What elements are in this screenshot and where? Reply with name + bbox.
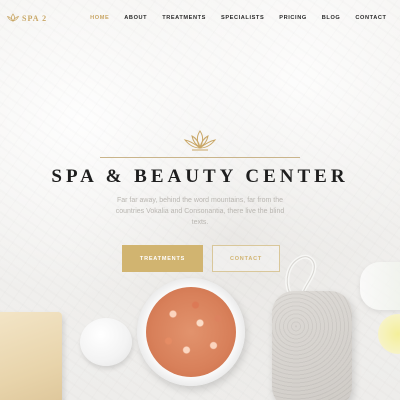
- logo-text: SPA 2: [22, 13, 48, 23]
- contact-button[interactable]: CONTACT: [212, 245, 280, 272]
- hero-title: SPA & BEAUTY CENTER: [51, 166, 349, 187]
- lotus-logo-icon: [6, 13, 20, 22]
- soap-bar-image: [0, 312, 62, 400]
- nav-specialists[interactable]: SPECIALISTS: [214, 15, 272, 21]
- hero-divider: [100, 157, 300, 158]
- treatments-button[interactable]: TREATMENTS: [122, 245, 203, 272]
- glass-jar-image: [360, 262, 400, 310]
- pumice-stone-image: [272, 291, 352, 400]
- nav-blog[interactable]: BLOG: [314, 15, 348, 21]
- nav-treatments[interactable]: TREATMENTS: [155, 15, 214, 21]
- logo[interactable]: SPA 2: [6, 13, 47, 23]
- bath-salt-image: [146, 287, 236, 377]
- main-nav: HOME ABOUT TREATMENTS SPECIALISTS PRICIN…: [83, 15, 394, 21]
- lotus-icon: [183, 130, 217, 151]
- hero-description: Far far away, behind the word mountains,…: [115, 197, 285, 226]
- cream-jar-image: [80, 318, 132, 366]
- nav-about[interactable]: ABOUT: [117, 15, 155, 21]
- nav-contact[interactable]: CONTACT: [348, 15, 394, 21]
- nav-pricing[interactable]: PRICING: [272, 15, 315, 21]
- header: SPA 2 HOME ABOUT TREATMENTS SPECIALISTS …: [0, 0, 400, 36]
- nav-home[interactable]: HOME: [83, 15, 117, 21]
